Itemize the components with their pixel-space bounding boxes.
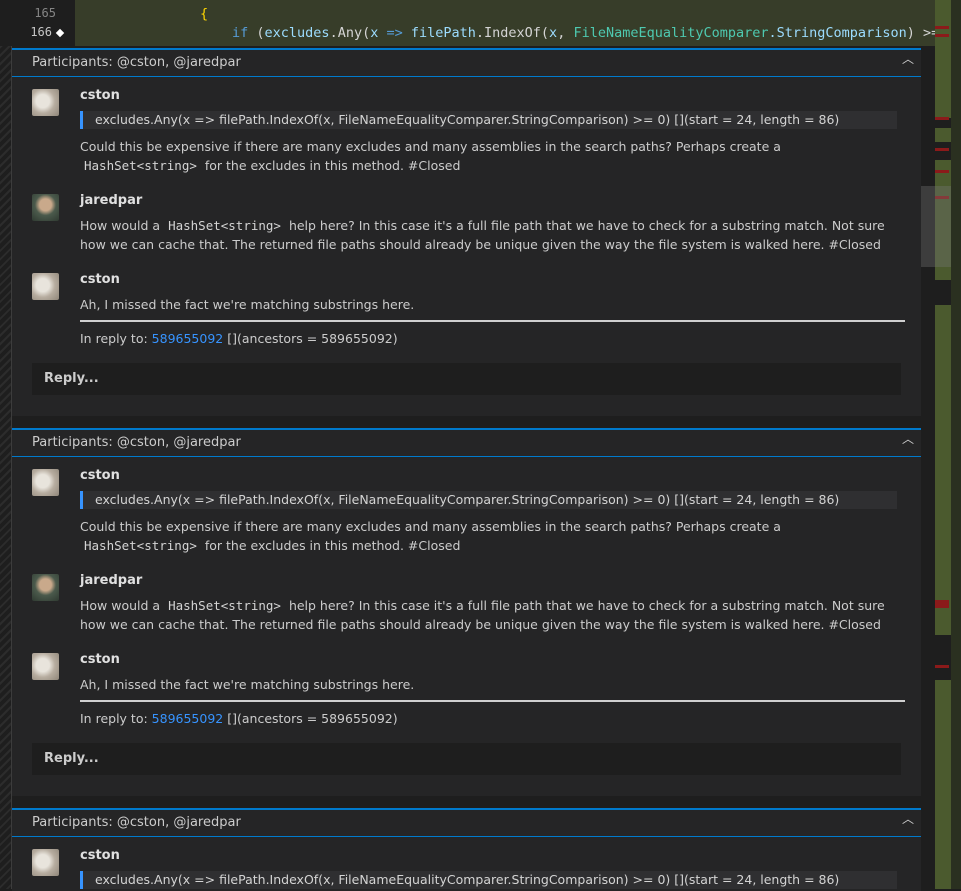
inline-code: HashSet<string> (168, 598, 281, 613)
chevron-up-icon[interactable]: ︿ (901, 432, 915, 446)
peek-left-border (0, 46, 12, 889)
scrollbar-track (951, 0, 961, 889)
avatar (32, 469, 59, 496)
separator (80, 320, 905, 322)
minimap-diff-removed (935, 117, 949, 120)
chevron-up-icon[interactable]: ︿ (901, 52, 915, 66)
minimap-diff-added (935, 0, 951, 118)
comment-body: Ah, I missed the fact we're matching sub… (80, 677, 415, 692)
thread-header[interactable]: Participants: @cston, @jaredpar ︿ (12, 430, 921, 457)
comment-body: How would a HashSet<string> help here? I… (80, 218, 885, 252)
minimap-diff-removed (935, 34, 949, 37)
minimap-diff-removed (935, 170, 949, 173)
comment-author: jaredpar (80, 193, 143, 208)
comment-author: cston (80, 652, 120, 667)
inline-code: HashSet<string> (84, 538, 197, 553)
code-line-166[interactable]: if (excludes.Any(x => filePath.IndexOf(x… (232, 25, 935, 41)
minimap-diff-removed (935, 26, 949, 29)
minimap-diff-added (935, 680, 951, 889)
comment-body: Could this be expensive if there are man… (80, 519, 781, 553)
code-editor[interactable]: 165 166 { if (excludes.Any(x => filePath… (0, 0, 935, 46)
code-quote: excludes.Any(x => filePath.IndexOf(x, Fi… (80, 491, 897, 509)
comment-body: Could this be expensive if there are man… (80, 139, 781, 173)
participants-label: Participants: @cston, @jaredpar (32, 815, 241, 830)
minimap-diff-added (935, 128, 951, 142)
comment-author: cston (80, 88, 120, 103)
comment-author: cston (80, 848, 120, 863)
reply-to-link[interactable]: 589655092 (152, 331, 224, 346)
inline-code: HashSet<string> (168, 218, 281, 233)
minimap-diff-removed (935, 600, 949, 608)
comment-author: cston (80, 468, 120, 483)
reply-to-link[interactable]: 589655092 (152, 711, 224, 726)
inline-code: HashSet<string> (84, 158, 197, 173)
chevron-up-icon[interactable]: ︿ (901, 812, 915, 826)
line-number-165: 165 (34, 6, 56, 20)
participants-label: Participants: @cston, @jaredpar (32, 55, 241, 70)
line-number-166: 166 (30, 25, 52, 39)
line-number-gutter: 165 166 (0, 0, 60, 46)
avatar (32, 653, 59, 680)
comment-body: How would a HashSet<string> help here? I… (80, 598, 885, 632)
thread-header[interactable]: Participants: @cston, @jaredpar ︿ (12, 50, 921, 77)
code-line-165[interactable]: { (200, 6, 208, 22)
comment-thread: Participants: @cston, @jaredpar ︿ cston … (12, 48, 921, 416)
comment-author: jaredpar (80, 573, 143, 588)
thread-header[interactable]: Participants: @cston, @jaredpar ︿ (12, 810, 921, 837)
participants-label: Participants: @cston, @jaredpar (32, 435, 241, 450)
avatar (32, 194, 59, 221)
minimap-diff-added (935, 305, 951, 635)
reply-button[interactable]: Reply... (32, 363, 901, 395)
minimap-diff-removed (935, 148, 949, 151)
reply-to: In reply to: 589655092 [](ancestors = 58… (80, 331, 398, 346)
minimap-diff-removed (935, 665, 949, 668)
code-quote: excludes.Any(x => filePath.IndexOf(x, Fi… (80, 111, 897, 129)
comment-thread: Participants: @cston, @jaredpar ︿ cston … (12, 808, 921, 891)
code-quote: excludes.Any(x => filePath.IndexOf(x, Fi… (80, 871, 897, 889)
comment-body: Ah, I missed the fact we're matching sub… (80, 297, 415, 312)
reply-to: In reply to: 589655092 [](ancestors = 58… (80, 711, 398, 726)
overview-ruler (921, 46, 935, 889)
separator (80, 700, 905, 702)
avatar (32, 273, 59, 300)
avatar (32, 849, 59, 876)
comment-author: cston (80, 272, 120, 287)
comment-thread: Participants: @cston, @jaredpar ︿ cston … (12, 428, 921, 796)
reply-button[interactable]: Reply... (32, 743, 901, 775)
avatar (32, 89, 59, 116)
avatar (32, 574, 59, 601)
